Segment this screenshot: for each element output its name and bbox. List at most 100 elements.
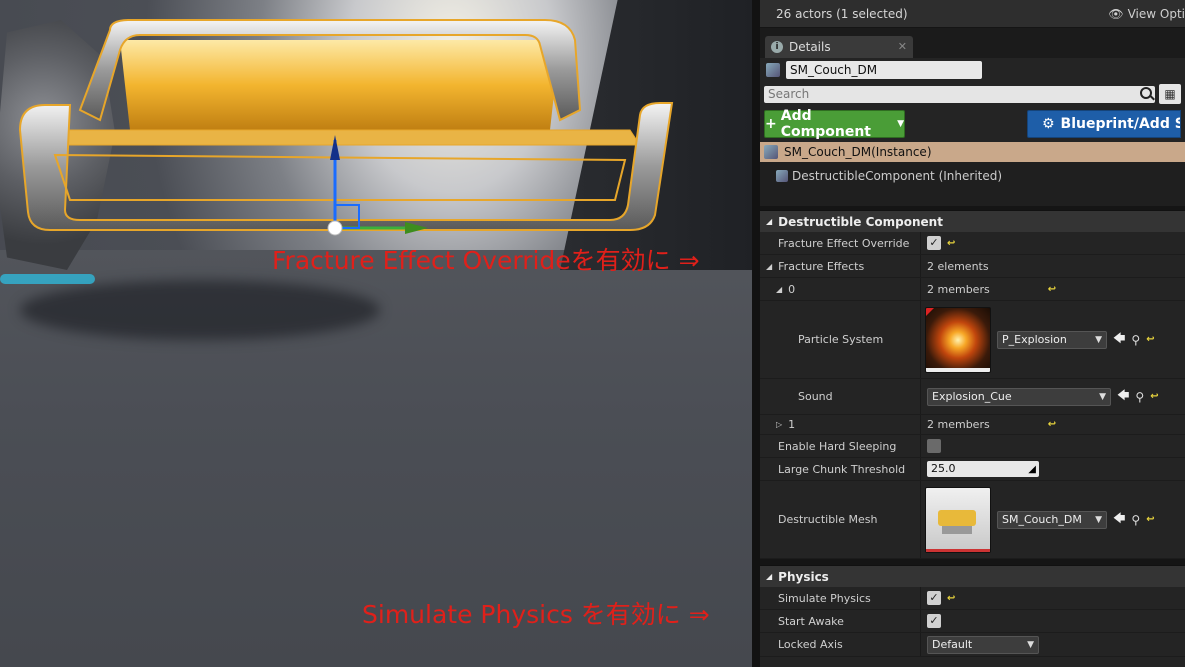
reset-to-default-icon[interactable]: ↩ xyxy=(1150,391,1158,402)
label-fracture-effects: Fracture Effects xyxy=(778,259,865,273)
component-tree: SM_Couch_DM(Instance) DestructibleCompon… xyxy=(760,142,1185,210)
component-instance-label: SM_Couch_DM(Instance) xyxy=(784,145,932,159)
section-destructible-label: Destructible Component xyxy=(778,214,943,229)
reset-to-default-icon[interactable]: ↩ xyxy=(947,593,955,604)
label-large-chunk-threshold: Large Chunk Threshold xyxy=(778,462,906,476)
enable-hard-sleeping-checkbox[interactable] xyxy=(927,439,941,453)
outliner-status-bar: 26 actors (1 selected) 👁 View Opti xyxy=(760,0,1185,28)
reset-to-default-icon[interactable]: ↩ xyxy=(1048,284,1056,295)
search-row: Search ▦ xyxy=(760,82,1185,106)
particle-system-value: P_Explosion xyxy=(1002,333,1067,346)
expand-triangle-icon[interactable]: ▷ xyxy=(776,420,782,429)
element-1-members: 2 members xyxy=(927,418,990,431)
browse-icon[interactable]: ⚲ xyxy=(1135,390,1144,404)
particle-system-thumbnail[interactable] xyxy=(925,306,991,373)
element-0-members: 2 members xyxy=(927,282,990,296)
property-matrix-icon[interactable]: ▦ xyxy=(1159,84,1181,104)
chevron-down-icon: ▼ xyxy=(1095,514,1102,525)
chevron-down-icon: ▼ xyxy=(1095,334,1102,345)
reset-to-default-icon[interactable]: ↩ xyxy=(1146,514,1154,525)
start-awake-checkbox[interactable]: ✓ xyxy=(927,614,941,628)
tab-bar: i Details ✕ xyxy=(760,28,1185,58)
blueprint-button[interactable]: ⚙ Blueprint/Add Sc xyxy=(1026,110,1181,138)
resize-handle-icon[interactable]: ◢ xyxy=(1028,462,1036,478)
actor-count: 26 actors (1 selected) xyxy=(776,6,908,21)
row-simulate-physics: Simulate Physics ✓ ↩ xyxy=(760,587,1185,610)
sound-value: Explosion_Cue xyxy=(932,390,1012,403)
element-1-label-cell: ▷ 1 xyxy=(760,418,920,431)
large-chunk-threshold-input[interactable]: 25.0 ◢ xyxy=(927,461,1039,477)
row-fracture-effects: ◢ Fracture Effects 2 elements xyxy=(760,255,1185,278)
destructible-mesh-thumbnail[interactable] xyxy=(925,486,991,553)
label-start-awake: Start Awake xyxy=(778,614,844,628)
tab-details-label: Details xyxy=(789,40,831,54)
destructible-component-icon xyxy=(776,170,788,182)
component-inherited-label: DestructibleComponent (Inherited) xyxy=(792,169,1003,183)
chevron-down-icon: ▼ xyxy=(1027,639,1034,650)
eye-icon: 👁 xyxy=(1108,6,1124,21)
component-inherited-row[interactable]: DestructibleComponent (Inherited) xyxy=(760,162,1185,190)
label-fracture-effect-override: Fracture Effect Override xyxy=(778,236,910,250)
row-start-awake: Start Awake ✓ xyxy=(760,610,1185,633)
large-chunk-threshold-value: 25.0 xyxy=(931,462,956,475)
section-destructible-component[interactable]: ◢ Destructible Component xyxy=(760,210,1185,232)
simulate-physics-checkbox[interactable]: ✓ xyxy=(927,591,941,605)
component-buttons: + Add Component ▼ ⚙ Blueprint/Add Sc xyxy=(760,106,1185,142)
component-instance-row[interactable]: SM_Couch_DM(Instance) xyxy=(760,142,1185,162)
search-icon[interactable] xyxy=(1140,86,1153,99)
row-sound: Sound Explosion_Cue ▼ 🡄 ⚲ ↩ xyxy=(760,379,1185,415)
fracture-effects-label-cell: ◢ Fracture Effects xyxy=(760,260,920,273)
tab-details[interactable]: i Details ✕ xyxy=(765,36,913,58)
fracture-effects-count: 2 elements xyxy=(927,259,989,273)
sound-dropdown[interactable]: Explosion_Cue ▼ xyxy=(927,387,1111,406)
search-placeholder: Search xyxy=(768,86,810,101)
label-locked-axis: Locked Axis xyxy=(778,638,843,651)
chevron-down-icon: ▼ xyxy=(897,119,904,129)
row-destructible-mesh: Destructible Mesh SM_Couch_DM ▼ 🡄 ⚲ ↩ xyxy=(760,481,1185,559)
label-enable-hard-sleeping: Enable Hard Sleeping xyxy=(778,439,897,453)
details-panel: 26 actors (1 selected) 👁 View Opti i Det… xyxy=(752,0,1185,667)
collapse-triangle-icon: ◢ xyxy=(766,217,773,226)
add-component-button[interactable]: + Add Component ▼ xyxy=(764,108,905,140)
collapse-triangle-icon: ◢ xyxy=(766,572,773,581)
browse-icon[interactable]: ⚲ xyxy=(1131,513,1140,527)
use-selected-icon[interactable]: 🡄 xyxy=(1113,509,1125,530)
info-icon: i xyxy=(771,41,783,53)
use-selected-icon[interactable]: 🡄 xyxy=(1117,386,1129,407)
actor-name-field[interactable]: SM_Couch_DM xyxy=(786,61,982,79)
row-enable-hard-sleeping: Enable Hard Sleeping xyxy=(760,435,1185,458)
reset-to-default-icon[interactable]: ↩ xyxy=(947,238,955,249)
close-icon[interactable]: ✕ xyxy=(898,40,907,53)
annotation-fracture-override: Fracture Effect Overrideを有効に ⇒ xyxy=(272,246,700,275)
destructible-mesh-dropdown[interactable]: SM_Couch_DM ▼ xyxy=(997,510,1107,529)
fracture-effect-override-checkbox[interactable]: ✓ xyxy=(927,236,941,250)
locked-axis-dropdown[interactable]: Default ▼ xyxy=(927,635,1039,654)
view-options-button[interactable]: 👁 View Opti xyxy=(1108,7,1185,21)
chevron-down-icon: ▼ xyxy=(1099,391,1106,402)
add-component-label: Add Component xyxy=(780,108,871,140)
actor-icon xyxy=(766,63,780,77)
reset-to-default-icon[interactable]: ↩ xyxy=(1048,419,1056,430)
browse-icon[interactable]: ⚲ xyxy=(1131,333,1140,347)
collapse-triangle-icon[interactable]: ◢ xyxy=(766,262,772,271)
label-particle-system: Particle System xyxy=(798,333,884,346)
particle-system-dropdown[interactable]: P_Explosion ▼ xyxy=(997,330,1107,349)
destructible-mesh-value: SM_Couch_DM xyxy=(1002,513,1082,526)
collapse-triangle-icon[interactable]: ◢ xyxy=(776,285,782,294)
level-viewport[interactable]: Fracture Effect Overrideを有効に ⇒ Simulate … xyxy=(0,0,752,667)
use-selected-icon[interactable]: 🡄 xyxy=(1113,329,1125,350)
section-physics[interactable]: ◢ Physics xyxy=(760,565,1185,587)
row-element-1: ▷ 1 2 members ↩ xyxy=(760,415,1185,435)
gears-icon: ⚙ xyxy=(1041,116,1055,132)
actor-icon xyxy=(764,145,778,159)
reset-to-default-icon[interactable]: ↩ xyxy=(1146,334,1154,345)
view-options-label: View Opti xyxy=(1127,6,1185,21)
annotation-simulate-physics: Simulate Physics を有効に ⇒ xyxy=(362,600,710,629)
row-fracture-effect-override: Fracture Effect Override ✓ ↩ xyxy=(760,232,1185,255)
label-simulate-physics: Simulate Physics xyxy=(778,591,871,605)
plus-icon: + xyxy=(765,116,777,132)
label-sound: Sound xyxy=(798,390,833,403)
label-element-1: 1 xyxy=(788,418,796,431)
blueprint-label: Blueprint/Add Sc xyxy=(1060,116,1181,132)
search-input[interactable]: Search xyxy=(764,85,1156,103)
